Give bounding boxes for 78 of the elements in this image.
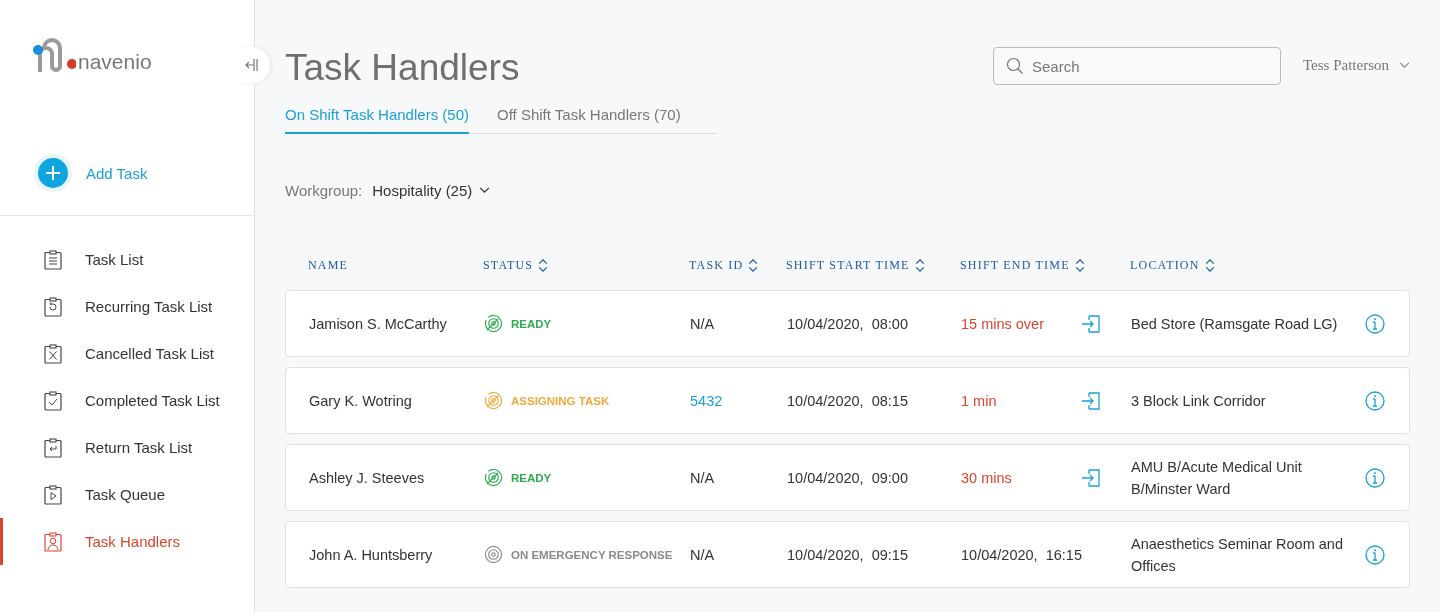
plus-icon [38,158,68,188]
logo-text: navenio [78,50,152,74]
table-row[interactable]: Jamison S. McCarthy READY N/A 10/04/2020, 08:00 15 mins over Bed Store (Ramsgate Road LG) [285,290,1410,357]
collapse-sidebar-button[interactable] [238,47,270,83]
sign-in-icon[interactable] [1081,313,1101,334]
column-header[interactable]: SHIFT END TIME [960,257,1085,273]
collapse-icon[interactable] [244,58,258,72]
time-remaining: 30 mins [961,469,1013,486]
user-menu[interactable]: Tess Patterson [1302,57,1410,74]
start-time-cell-text: 10/04/2020, 08:00 [787,315,909,332]
sign-in-icon[interactable] [1081,390,1101,411]
info-icon[interactable] [1365,544,1385,565]
search-icon [1005,57,1024,75]
signal-icon [484,314,503,333]
workgroup-label: Workgroup: [285,182,363,199]
sidebar-item[interactable]: Return Task List [0,424,254,471]
info-icon[interactable] [1365,390,1385,411]
sort-icon [1204,257,1215,273]
status-label: READY [511,471,552,484]
clipboard-icon [44,296,62,317]
sidebar-item[interactable]: Task Queue [0,471,254,518]
logo-icon [32,38,76,74]
column-header[interactable]: SHIFT START TIME [786,257,925,273]
status-label: READY [511,317,552,330]
task-id-cell-text: N/A [690,315,716,332]
sidebar-item[interactable]: Task Handlers [0,518,254,565]
column-header[interactable]: STATUS [483,257,549,273]
signal-icon [484,468,503,487]
status-label: ASSIGNING TASK [511,394,610,407]
sidebar-item[interactable]: Completed Task List [0,377,254,424]
sign-in-icon[interactable] [1081,467,1101,488]
person-icon [44,531,62,552]
start-time-cell-text: 10/04/2020, 08:15 [787,392,909,409]
location-cell-text: Anaesthetics Seminar Room and Offices [1131,534,1344,576]
name-cell-text: John A. Huntsberry [309,546,434,563]
sidebar-item[interactable]: Task List [0,236,254,283]
task-id-cell-text: N/A [690,546,716,563]
search-input[interactable]: Search [1031,57,1268,75]
start-time-cell-text: 10/04/2020, 09:15 [787,546,909,563]
sidebar-item[interactable]: Recurring Task List [0,283,254,330]
time-remaining: 15 mins over [961,315,1045,332]
clipboard-icon [44,484,62,505]
name-cell-text: Gary K. Wotring [309,392,413,409]
table-row[interactable]: Ashley J. Steeves READY N/A 10/04/2020, 09:00 30 mins AMU B/Acute Medical Unit B/Minster Ward [285,444,1410,511]
name-cell-text: Ashley J. Steeves [309,469,426,486]
sort-icon [1074,257,1085,273]
end-time-cell: 10/04/2020, 16:15 [961,546,1082,563]
table-row[interactable]: John A. Huntsberry ON EMERGENCY RESPONSE N/A 10/04/2020, 09:15 10/04/2020, 16:15 Anaesthetics Seminar Room and Offices [285,521,1410,588]
tab[interactable]: Off Shift Task Handlers (70) [497,106,681,134]
name-cell-text: Jamison S. McCarthy [309,315,448,332]
workgroup-dropdown[interactable]: Hospitality (25) [372,182,491,199]
time-remaining: 1 min [961,392,998,409]
column-header[interactable]: NAME [308,257,349,273]
column-header[interactable]: LOCATION [1130,257,1215,273]
sort-icon [748,257,759,273]
signal-icon [484,391,503,410]
start-time-cell-text: 10/04/2020, 09:00 [787,469,909,486]
info-icon[interactable] [1365,467,1385,488]
chevron-down-icon [1399,62,1410,69]
sort-icon [538,257,549,273]
location-cell-text: 3 Block Link Corridor [1131,391,1267,411]
chevron-down-icon [479,187,491,194]
task-id-cell-text: N/A [690,469,716,486]
clipboard-icon [44,249,62,270]
page-title: Task Handlers [285,47,521,89]
location-cell-text: Bed Store (Ramsgate Road LG) [1131,314,1339,334]
clipboard-icon [44,437,62,458]
clipboard-icon [44,343,62,364]
info-icon[interactable] [1365,313,1385,334]
signal-icon [484,545,503,564]
table-row[interactable]: Gary K. Wotring ASSIGNING TASK 5432 10/04/2020, 08:15 1 min 3 Block Link Corridor [285,367,1410,434]
clipboard-icon [44,390,62,411]
search-field[interactable]: Search [992,47,1281,85]
location-cell-text: AMU B/Acute Medical Unit B/Minster Ward [1131,457,1303,499]
column-header[interactable]: TASK ID [689,257,759,273]
sort-icon [914,257,925,273]
sidebar-item[interactable]: Cancelled Task List [0,330,254,377]
status-label: ON EMERGENCY RESPONSE [511,548,673,561]
